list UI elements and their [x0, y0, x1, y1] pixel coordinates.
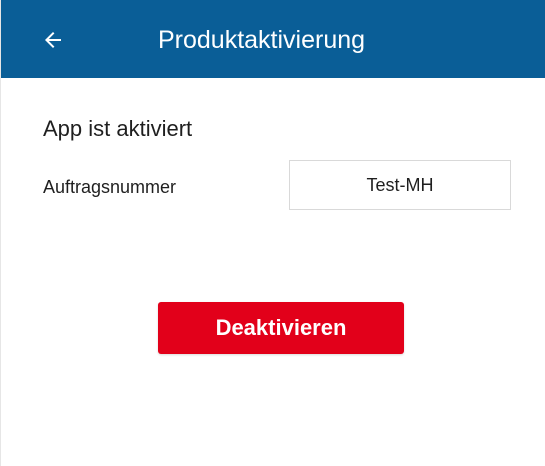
arrow-left-icon	[41, 28, 65, 52]
order-number-label: Auftragsnummer	[43, 177, 177, 197]
activation-status-text: App ist aktiviert	[43, 116, 193, 141]
deactivate-button[interactable]: Deaktivieren	[158, 302, 404, 354]
app-bar: Produktaktivierung	[1, 0, 545, 78]
back-button[interactable]	[31, 18, 75, 62]
order-number-field[interactable]: Test-MH	[289, 160, 511, 210]
product-activation-screen: Produktaktivierung App ist aktiviert Auf…	[0, 0, 545, 466]
page-title: Produktaktivierung	[158, 26, 366, 54]
